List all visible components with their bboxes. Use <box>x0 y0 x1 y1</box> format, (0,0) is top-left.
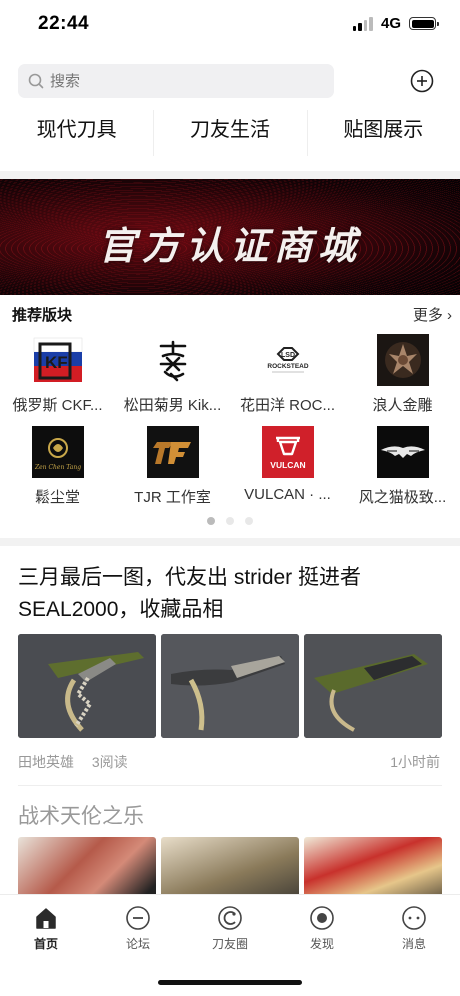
svg-text:VULCAN: VULCAN <box>270 460 305 470</box>
svg-text:Zen Chen Tang: Zen Chen Tang <box>33 464 80 471</box>
post-image[interactable] <box>304 634 442 738</box>
banner[interactable]: 官方认证商城 <box>0 179 460 295</box>
status-bar: 22:44 4G <box>0 0 460 48</box>
tab-forum[interactable]: 论坛 <box>92 905 184 952</box>
category-tabs: 现代刀具 刀友生活 贴图展示 <box>0 108 460 164</box>
home-indicator <box>158 980 302 985</box>
tab-label: 首页 <box>33 937 58 951</box>
knife-photo <box>304 634 442 738</box>
tjr-logo <box>146 426 199 478</box>
pager-dot[interactable] <box>207 517 215 525</box>
category-photo-show[interactable]: 贴图展示 <box>306 108 460 164</box>
post-title[interactable]: 战术天伦之乐 <box>18 800 144 830</box>
section-title: 推荐版块 <box>12 307 73 324</box>
brand-label: 风之猫极致... <box>358 489 447 506</box>
post-title[interactable]: 三月最后一图，代友出 strider 挺进者 SEAL2000，收藏品相 <box>18 562 438 626</box>
category-modern-knives[interactable]: 现代刀具 <box>0 108 153 164</box>
pager-dots <box>0 517 460 525</box>
post-reads: 3阅读 <box>91 754 128 770</box>
search-input[interactable] <box>50 72 290 90</box>
ckf-logo: KF <box>31 334 84 386</box>
circle-icon <box>218 906 242 930</box>
section-separator <box>0 538 460 546</box>
brand-item[interactable]: KF 俄罗斯 CKF... <box>0 334 115 415</box>
brand-item[interactable]: 浪人金雕 <box>345 334 460 415</box>
section-separator <box>0 171 460 179</box>
rockstead-logo: LSD ROCKSTEAD <box>261 334 314 386</box>
banner-title: 官方认证商城 <box>97 223 362 268</box>
home-icon <box>36 908 56 929</box>
tab-home[interactable]: 首页 <box>0 905 92 952</box>
search-icon <box>28 73 44 89</box>
divider <box>18 785 442 786</box>
battery-icon <box>409 17 439 30</box>
status-indicators: 4G <box>352 15 439 32</box>
forum-icon <box>126 906 150 930</box>
tab-label: 刀友圈 <box>211 937 248 951</box>
svg-text:LSD: LSD <box>281 352 295 359</box>
svg-text:ROCKSTEAD: ROCKSTEAD <box>267 363 308 370</box>
knife-photo <box>18 634 156 738</box>
brand-item[interactable]: 松田菊男 Kik... <box>115 334 230 415</box>
brand-label: VULCAN · ... <box>244 486 331 503</box>
knife-photo <box>161 634 299 738</box>
search-bar[interactable] <box>18 64 334 98</box>
pager-dot[interactable] <box>226 517 234 525</box>
add-button[interactable] <box>410 69 434 93</box>
network-type: 4G <box>380 15 401 32</box>
tab-label: 发现 <box>309 937 334 951</box>
message-icon <box>402 906 426 930</box>
kiku-logo <box>146 334 199 386</box>
post-image[interactable] <box>161 837 299 897</box>
vulcan-logo: VULCAN <box>261 426 314 478</box>
post-image[interactable] <box>18 634 156 738</box>
svg-text:KF: KF <box>45 353 68 372</box>
brand-label: 松田菊男 Kik... <box>123 397 222 414</box>
brand-label: 浪人金雕 <box>372 397 433 414</box>
signal-icon <box>352 16 373 31</box>
recommended-header: 推荐版块 更多 › <box>12 304 452 326</box>
post-time: 1小时前 <box>390 754 440 770</box>
tab-label: 消息 <box>401 937 426 951</box>
post-meta: 田地英雄 3阅读 1小时前 <box>18 752 442 772</box>
ronin-eagle-logo <box>376 334 429 386</box>
brand-item[interactable]: VULCAN VULCAN · ... <box>230 426 345 503</box>
status-time: 22:44 <box>38 13 90 34</box>
songchentang-logo: Zen Chen Tang <box>31 426 84 478</box>
brand-item[interactable]: Zen Chen Tang 鬆尘堂 <box>0 426 115 507</box>
post-images[interactable] <box>18 634 442 738</box>
post-author[interactable]: 田地英雄 <box>18 754 74 770</box>
tab-label: 论坛 <box>125 937 150 951</box>
tab-discover[interactable]: 发现 <box>276 905 368 952</box>
more-link[interactable]: 更多 › <box>413 304 452 325</box>
brand-label: 鬆尘堂 <box>34 489 80 506</box>
category-knife-life[interactable]: 刀友生活 <box>153 108 306 164</box>
brand-label: TJR 工作室 <box>134 489 211 506</box>
post-image[interactable] <box>18 837 156 897</box>
tab-circle[interactable]: 刀友圈 <box>184 905 276 952</box>
post-image[interactable] <box>161 634 299 738</box>
brand-item[interactable]: TJR 工作室 <box>115 426 230 507</box>
brand-item[interactable]: 风之猫极致... <box>345 426 460 507</box>
brand-label: 俄罗斯 CKF... <box>12 397 103 414</box>
brand-item[interactable]: LSD ROCKSTEAD 花田洋 ROC... <box>230 334 345 415</box>
brand-label: 花田洋 ROC... <box>239 397 335 414</box>
post-image[interactable] <box>304 837 442 897</box>
discover-icon <box>310 906 334 930</box>
pager-dot[interactable] <box>245 517 253 525</box>
tab-messages[interactable]: 消息 <box>368 905 460 952</box>
post-images[interactable] <box>18 837 442 897</box>
wind-cat-logo <box>376 426 429 478</box>
